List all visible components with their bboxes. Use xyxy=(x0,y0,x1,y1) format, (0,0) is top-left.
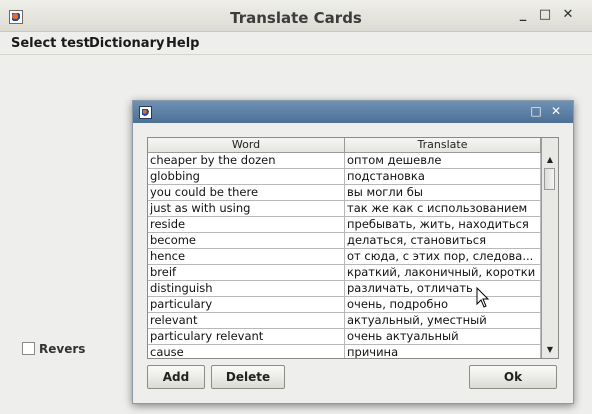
translate-cell[interactable]: краткий, лаконичный, коротки xyxy=(345,265,541,280)
ok-button[interactable]: Ok xyxy=(469,365,557,389)
table-row[interactable]: cheaper by the dozen оптом дешевле xyxy=(148,153,541,169)
table-row[interactable]: breif краткий, лаконичный, коротки xyxy=(148,265,541,281)
word-cell[interactable]: distinguish xyxy=(148,281,345,296)
dialog-maximize-icon[interactable]: □ xyxy=(530,105,542,118)
word-cell[interactable]: cause xyxy=(148,345,345,358)
translate-cell[interactable]: очень, подробно xyxy=(345,297,541,312)
column-header-word[interactable]: Word xyxy=(148,138,345,152)
translate-cell[interactable]: подстановка xyxy=(345,169,541,184)
translate-cell[interactable]: причина xyxy=(345,345,541,358)
word-cell[interactable]: reside xyxy=(148,217,345,232)
translate-cell[interactable]: от сюда, с этих пор, следова... xyxy=(345,249,541,264)
word-cell[interactable]: breif xyxy=(148,265,345,280)
word-cell[interactable]: just as with using xyxy=(148,201,345,216)
menu-select-test[interactable]: Select test xyxy=(11,36,90,51)
word-cell[interactable]: relevant xyxy=(148,313,345,328)
title-bar[interactable]: Translate Cards _ □ ✕ xyxy=(0,0,592,32)
scroll-up-icon[interactable]: ▲ xyxy=(542,153,558,167)
translate-cell[interactable]: актуальный, уместный xyxy=(345,313,541,328)
translate-cell[interactable]: пребывать, жить, находиться xyxy=(345,217,541,232)
dialog-close-icon[interactable]: ✕ xyxy=(550,105,562,118)
translate-cell[interactable]: оптом дешевле xyxy=(345,153,541,168)
translate-cell[interactable]: так же как с использованием xyxy=(345,201,541,216)
table-row[interactable]: you could be there вы могли бы xyxy=(148,185,541,201)
revers-label: Revers xyxy=(39,342,86,356)
table-scrollbar[interactable]: ▲ ▼ xyxy=(541,138,558,358)
column-header-translate[interactable]: Translate xyxy=(345,138,541,152)
maximize-icon[interactable]: □ xyxy=(538,8,552,22)
word-cell[interactable]: particulary relevant xyxy=(148,329,345,344)
table-header: Word Translate xyxy=(148,138,541,153)
delete-button[interactable]: Delete xyxy=(211,365,285,389)
translate-cell[interactable]: вы могли бы xyxy=(345,185,541,200)
menu-help[interactable]: Help xyxy=(166,36,199,51)
window-title: Translate Cards xyxy=(230,9,362,27)
translate-cell[interactable]: очень актуальный xyxy=(345,329,541,344)
translate-cell[interactable]: различать, отличать xyxy=(345,281,541,296)
table-row[interactable]: become делаться, становиться xyxy=(148,233,541,249)
table-row[interactable]: globbing подстановка xyxy=(148,169,541,185)
word-cell[interactable]: cheaper by the dozen xyxy=(148,153,345,168)
dictionary-dialog: □ ✕ Word Translate cheaper by the dozen о… xyxy=(132,100,574,404)
scroll-thumb[interactable] xyxy=(544,168,555,190)
menu-bar: Select test Dictionary Help xyxy=(0,32,592,55)
word-cell[interactable]: hence xyxy=(148,249,345,264)
word-cell[interactable]: globbing xyxy=(148,169,345,184)
translate-cell[interactable]: делаться, становиться xyxy=(345,233,541,248)
table-row[interactable]: hence от сюда, с этих пор, следова... xyxy=(148,249,541,265)
word-cell[interactable]: become xyxy=(148,233,345,248)
table-row[interactable]: cause причина xyxy=(148,345,541,358)
java-app-icon xyxy=(139,106,152,119)
menu-dictionary[interactable]: Dictionary xyxy=(89,36,164,51)
dialog-title-bar[interactable]: □ ✕ xyxy=(133,101,573,123)
word-cell[interactable]: particulary xyxy=(148,297,345,312)
mouse-cursor-icon xyxy=(476,287,490,308)
dictionary-table: Word Translate cheaper by the dozen оптом… xyxy=(147,137,559,359)
scroll-down-icon[interactable]: ▼ xyxy=(542,343,558,357)
revers-checkbox[interactable] xyxy=(22,342,35,355)
table-row[interactable]: relevant актуальный, уместный xyxy=(148,313,541,329)
word-cell[interactable]: you could be there xyxy=(148,185,345,200)
minimize-icon[interactable]: _ xyxy=(516,8,530,22)
table-body: cheaper by the dozen оптом дешевле globbin… xyxy=(148,153,541,358)
table-row[interactable]: particulary relevant очень актуальный xyxy=(148,329,541,345)
add-button[interactable]: Add xyxy=(147,365,205,389)
table-row[interactable]: reside пребывать, жить, находиться xyxy=(148,217,541,233)
close-icon[interactable]: ✕ xyxy=(561,8,575,22)
table-row[interactable]: just as with using так же как с использов… xyxy=(148,201,541,217)
